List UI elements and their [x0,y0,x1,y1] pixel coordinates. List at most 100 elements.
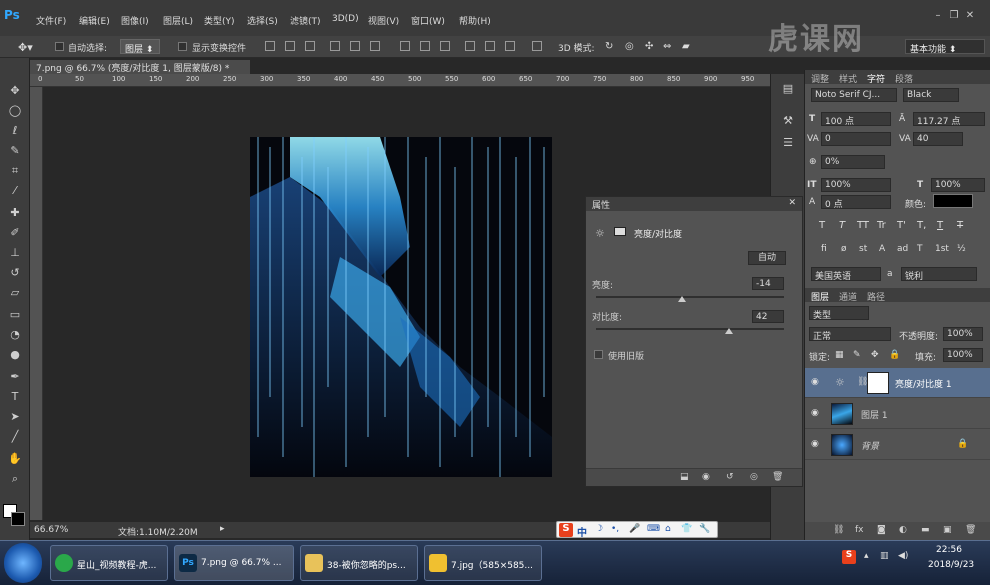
3d-roll-icon[interactable]: ◎ [625,41,634,52]
tab-paragraph[interactable]: 段落 [895,72,913,85]
blur-tool-icon[interactable]: ◔ [7,328,23,342]
workspace-dropdown[interactable]: 基本功能 ⬍ [905,39,985,55]
distribute-right-icon[interactable] [505,41,515,51]
link-layers-icon[interactable]: ⛓ [833,525,844,535]
show-transform-checkbox[interactable] [178,42,187,51]
zoom-tool-icon[interactable]: ⌕ [7,472,23,486]
view-previous-icon[interactable]: ◉ [702,472,710,482]
discretionary-ligatures-button[interactable]: st [859,244,867,254]
contrast-input[interactable]: 42 [752,310,784,323]
all-caps-button[interactable]: TT [857,220,869,231]
vertical-scale-input[interactable]: 100% [821,178,891,192]
distribute-top-icon[interactable] [400,41,410,51]
taskbar-item-image-viewer[interactable]: 7.jpg（585×585... [424,545,542,581]
properties-panel-icon[interactable]: ☰ [780,136,796,150]
restore-icon[interactable]: ❐ [946,10,962,21]
add-mask-icon[interactable]: ◙ [877,525,886,535]
tab-channels[interactable]: 通道 [839,290,857,303]
tsume-input[interactable]: 0% [821,155,885,169]
font-size-input[interactable]: 100 点 [821,112,891,126]
menu-select[interactable]: 选择(S) [247,14,278,27]
font-family-dropdown[interactable]: Noto Serif CJ... [811,88,897,102]
lasso-tool-icon[interactable]: ℓ [7,124,23,138]
visibility-icon[interactable]: ◎ [750,472,758,482]
sogou-icon[interactable]: S [559,523,573,537]
menu-help[interactable]: 帮助(H) [459,14,491,27]
artwork-image[interactable] [250,137,552,477]
tray-arrow-icon[interactable]: ▴ [864,551,869,561]
tab-adjustments[interactable]: 调整 [811,72,829,85]
menu-layer[interactable]: 图层(L) [163,14,193,27]
eye-icon[interactable]: ◉ [811,408,819,418]
tool-presets-icon[interactable]: ⚒ [780,114,796,128]
small-caps-button[interactable]: Tr [877,220,886,231]
mic-icon[interactable]: 🎤 [629,524,640,534]
menu-image[interactable]: 图像(I) [121,14,149,27]
new-adjustment-icon[interactable]: ◐ [899,525,907,535]
brightness-input[interactable]: -14 [752,277,784,290]
move-tool-icon[interactable]: ✥ [7,84,23,98]
subscript-button[interactable]: T, [917,220,926,231]
layer-mask-thumbnail[interactable] [867,372,889,394]
lock-transparency-icon[interactable]: ▦ [835,350,844,360]
taskbar-item-photoshop[interactable]: Ps 7.png @ 66.7% ... [174,545,294,581]
pen-tool-icon[interactable]: ✒ [7,370,23,384]
layer-filter-dropdown[interactable]: 类型 [809,306,869,320]
lock-all-icon[interactable]: 🔒 [889,350,900,360]
lock-position-icon[interactable]: ✥ [871,350,879,360]
crop-tool-icon[interactable]: ⌗ [7,164,23,178]
path-select-tool-icon[interactable]: ➤ [7,410,23,424]
properties-tab[interactable]: 属性 [592,201,610,211]
language-dropdown[interactable]: 美国英语 [811,267,881,281]
contrast-slider-track[interactable] [596,328,784,330]
auto-select-dropdown[interactable]: 图层 ⬍ [120,39,160,55]
horizontal-scale-input[interactable]: 100% [931,178,985,192]
tab-paths[interactable]: 路径 [867,290,885,303]
3d-scale-icon[interactable]: ▰ [682,41,690,52]
marquee-tool-icon[interactable]: ◯ [7,104,23,118]
moon-icon[interactable]: ☽ [595,524,603,534]
align-right-icon[interactable] [370,41,380,51]
fractions-button[interactable]: ½ [957,244,966,254]
faux-italic-button[interactable]: T [839,220,845,231]
minimize-icon[interactable]: – [930,10,946,21]
new-layer-icon[interactable]: ▣ [943,525,952,535]
eye-icon[interactable]: ◉ [811,439,819,449]
3d-pan-icon[interactable]: ✣ [645,41,653,52]
new-group-icon[interactable]: ▬ [921,525,930,535]
ordinals-button[interactable]: 1st [935,244,949,254]
underline-button[interactable]: T [937,220,943,231]
status-menu-arrow-icon[interactable]: ▸ [220,524,225,534]
menu-filter[interactable]: 滤镜(T) [290,14,321,27]
antialias-dropdown[interactable]: 锐利 [901,267,977,281]
layer-row-layer1[interactable]: ◉ 图层 1 [805,399,990,429]
layer-name[interactable]: 图层 1 [861,408,888,421]
contrast-slider-knob[interactable] [725,328,734,334]
zoom-level[interactable]: 66.67% [34,525,68,535]
eyedropper-tool-icon[interactable]: ⁄ [7,184,23,198]
clock-time[interactable]: 22:56 [936,545,962,555]
volume-icon[interactable]: ◀) [898,551,908,561]
menu-type[interactable]: 类型(Y) [204,14,235,27]
brightness-slider-knob[interactable] [678,296,687,302]
fx-icon[interactable]: fx [855,525,864,535]
leading-input[interactable]: 117.27 点 [913,112,985,126]
close-icon[interactable]: ✕ [962,10,978,21]
3d-rotate-icon[interactable]: ↻ [605,41,613,52]
reset-icon[interactable]: ↺ [726,472,734,482]
network-icon[interactable]: ▥ [880,551,889,561]
menu-file[interactable]: 文件(F) [36,14,66,27]
skin-icon[interactable]: ⌂ [665,524,671,534]
clip-to-layer-icon[interactable]: ⬓ [680,472,689,482]
background-color-swatch[interactable] [11,512,25,526]
type-tool-icon[interactable]: T [7,390,23,404]
baseline-input[interactable]: 0 点 [821,195,891,209]
tracking-input[interactable]: 40 [913,132,963,146]
kerning-input[interactable]: 0 [821,132,891,146]
panel-close-icon[interactable]: ✕ [788,198,796,208]
healing-tool-icon[interactable]: ✚ [7,206,23,220]
menu-edit[interactable]: 编辑(E) [79,14,110,27]
old-style-button[interactable]: ø [841,244,847,254]
document-tab[interactable]: 7.png @ 66.7% (亮度/对比度 1, 图层蒙版/8) * [30,60,250,74]
blend-mode-dropdown[interactable]: 正常 [809,327,891,341]
